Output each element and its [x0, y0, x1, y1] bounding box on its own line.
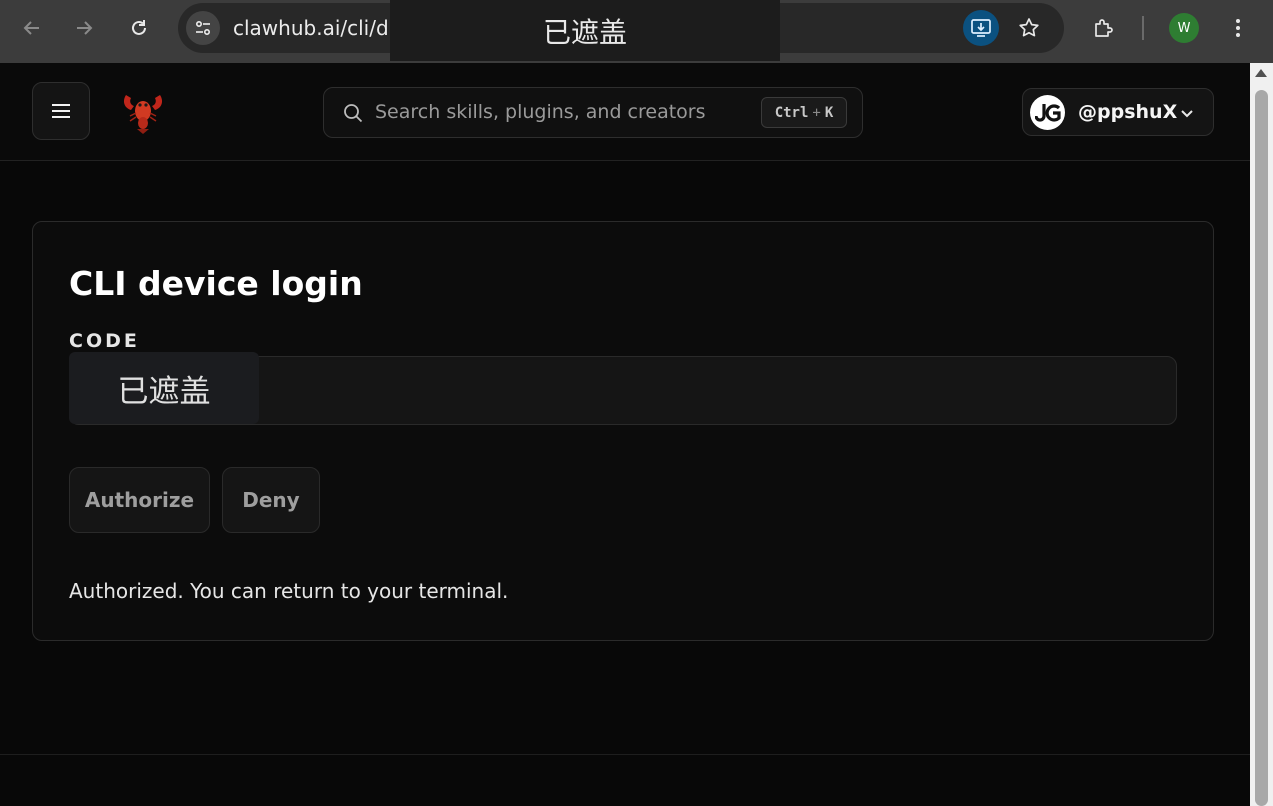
search-box[interactable]: Search skills, plugins, and creators Ctr…: [323, 87, 863, 138]
reload-icon: [132, 20, 146, 35]
forward-arrow-icon: [77, 21, 93, 35]
browser-menu-button[interactable]: [1222, 10, 1254, 46]
bookmark-button[interactable]: [1011, 10, 1047, 46]
shortcut-plus: +: [812, 104, 821, 121]
user-avatar-logo-icon: [1034, 103, 1061, 122]
scroll-up-arrow-icon[interactable]: [1255, 69, 1267, 77]
redaction-overlay: 已遮盖: [390, 0, 780, 61]
toolbar-divider: [1142, 16, 1144, 40]
menu-icon: [52, 104, 70, 118]
lobster-logo-icon: [123, 95, 163, 134]
shortcut-ctrl: Ctrl: [774, 104, 809, 121]
scrollbar-thumb[interactable]: [1255, 90, 1268, 806]
code-label: CODE: [69, 330, 140, 352]
extensions-button[interactable]: [1086, 10, 1122, 46]
site-settings-icon: [195, 20, 211, 36]
install-app-button[interactable]: [963, 10, 999, 46]
deny-button[interactable]: Deny: [222, 467, 320, 533]
back-arrow-icon: [23, 21, 39, 35]
user-avatar: [1030, 95, 1065, 130]
shortcut-key: K: [824, 104, 834, 121]
bookmark-star-icon: [1019, 18, 1039, 37]
page-content: Search skills, plugins, and creators Ctr…: [0, 63, 1250, 806]
install-app-icon: [971, 19, 991, 37]
authorize-button[interactable]: Authorize: [69, 467, 210, 533]
menu-button[interactable]: [32, 82, 90, 140]
username: @ppshuX: [1078, 101, 1178, 123]
extensions-puzzle-icon: [1095, 19, 1113, 37]
chevron-down-icon: [1181, 110, 1193, 118]
code-redaction-overlay: 已遮盖: [69, 352, 259, 424]
url-text[interactable]: clawhub.ai/cli/d: [233, 16, 393, 40]
site-header: Search skills, plugins, and creators Ctr…: [0, 63, 1250, 161]
back-button[interactable]: [14, 10, 50, 46]
device-login-card: CLI device login CODE 已遮盖 Authorize Deny…: [32, 221, 1214, 641]
keyboard-shortcut-badge: Ctrl + K: [761, 97, 847, 128]
search-placeholder: Search skills, plugins, and creators: [375, 101, 706, 123]
user-menu-button[interactable]: @ppshuX: [1022, 88, 1214, 136]
page-scrollbar[interactable]: [1250, 63, 1273, 806]
search-icon: [344, 104, 363, 123]
status-message: Authorized. You can return to your termi…: [69, 579, 509, 603]
forward-button[interactable]: [66, 10, 102, 46]
site-settings-button[interactable]: [186, 11, 220, 45]
page-title: CLI device login: [69, 264, 363, 303]
kebab-menu-icon: [1236, 19, 1240, 37]
site-logo[interactable]: [118, 87, 168, 137]
profile-avatar[interactable]: W: [1169, 13, 1199, 43]
browser-toolbar: clawhub.ai/cli/d 已遮盖 W: [0, 0, 1273, 63]
reload-button[interactable]: [121, 10, 157, 46]
footer-divider: [0, 754, 1250, 755]
